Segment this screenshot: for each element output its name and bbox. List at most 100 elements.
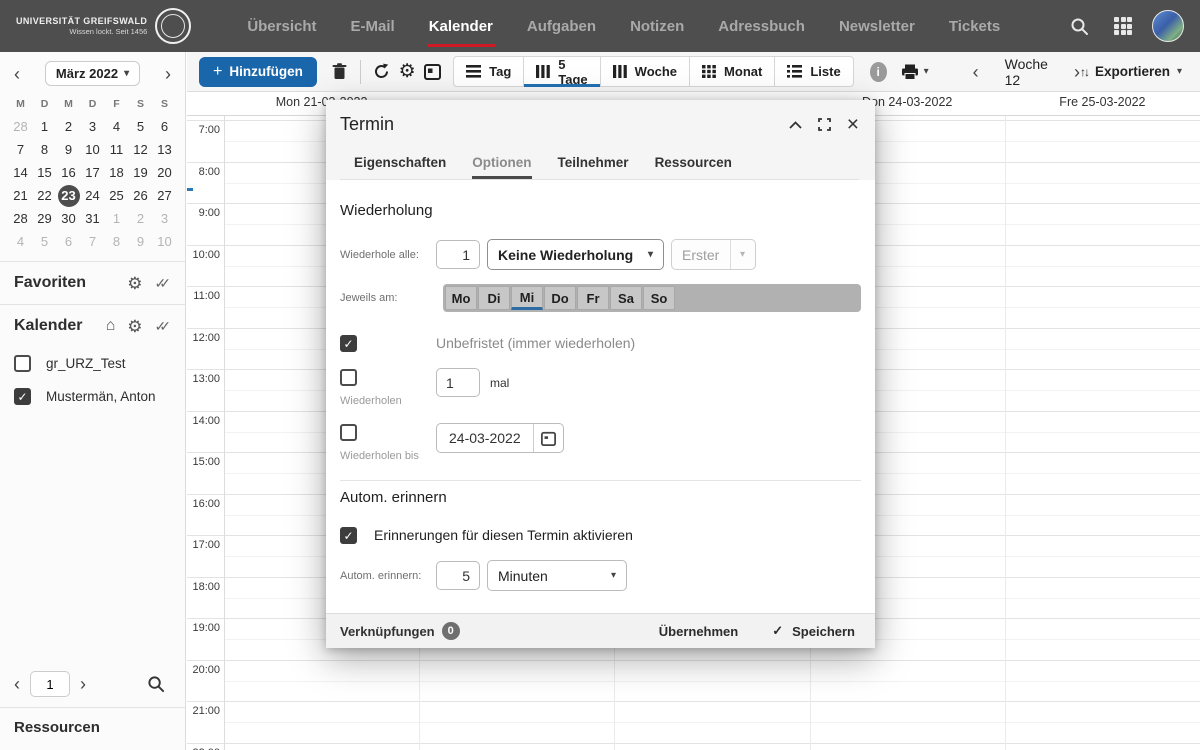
minical-day[interactable]: 8 (34, 139, 56, 161)
print-button[interactable]: ▾ (901, 64, 929, 80)
apply-button[interactable]: Übernehmen (659, 624, 738, 639)
add-appointment-button[interactable]: + Hinzufügen (199, 57, 317, 87)
day-header[interactable]: Fre 25-03-2022 (1059, 95, 1145, 109)
minical-prev-button[interactable]: ‹ (14, 65, 20, 83)
minical-day[interactable]: 29 (34, 208, 56, 230)
dialog-tab-optionen[interactable]: Optionen (472, 155, 531, 179)
view-button-liste[interactable]: Liste (774, 56, 853, 87)
unlimited-checkbox[interactable]: ✓ (340, 335, 357, 352)
favorites-settings-icon[interactable]: ⚙ (127, 275, 142, 292)
minical-day[interactable]: 26 (130, 185, 152, 207)
minical-day[interactable]: 17 (82, 162, 104, 184)
minical-day[interactable]: 21 (10, 185, 32, 207)
info-icon[interactable]: i (870, 62, 887, 82)
home-icon[interactable]: ⌂ (106, 318, 116, 334)
minical-day[interactable]: 1 (106, 208, 128, 230)
view-button-5-tage[interactable]: 5 Tage (523, 56, 600, 87)
reminder-unit-select[interactable]: Minuten ▾ (487, 560, 627, 591)
calendar-list-item[interactable]: gr_URZ_Test (0, 347, 185, 380)
nav-tab-bersicht[interactable]: Übersicht (247, 0, 316, 52)
pager-prev-button[interactable]: ‹ (14, 675, 20, 693)
calendar-checkbox[interactable]: ✓ (14, 388, 31, 405)
view-button-woche[interactable]: Woche (600, 56, 690, 87)
refresh-icon[interactable] (369, 57, 394, 87)
minical-day[interactable]: 6 (58, 231, 80, 253)
minical-day[interactable]: 5 (34, 231, 56, 253)
nav-tab-kalender[interactable]: Kalender (429, 0, 493, 52)
close-icon[interactable]: × (847, 114, 859, 135)
app-launcher-icon[interactable] (1114, 17, 1132, 35)
sidebar-search-icon[interactable] (141, 669, 171, 699)
ordinal-select[interactable]: Erster ▾ (671, 239, 756, 270)
weekday-button-mo[interactable]: Mo (445, 286, 477, 310)
minical-day[interactable]: 10 (82, 139, 104, 161)
until-date-value[interactable]: 24-03-2022 (437, 424, 533, 452)
calendars-select-all-icon[interactable]: ✓✓ (155, 318, 171, 335)
goto-today-icon[interactable] (420, 57, 445, 87)
maximize-icon[interactable] (818, 118, 831, 131)
minical-day[interactable]: 16 (58, 162, 80, 184)
minical-day[interactable]: 22 (34, 185, 56, 207)
view-button-tag[interactable]: Tag (453, 56, 524, 87)
weekday-button-sa[interactable]: Sa (610, 286, 642, 310)
minical-day[interactable]: 10 (154, 231, 176, 253)
minical-day[interactable]: 20 (154, 162, 176, 184)
minical-day[interactable]: 31 (82, 208, 104, 230)
minical-day[interactable]: 4 (106, 116, 128, 138)
minical-day[interactable]: 7 (82, 231, 104, 253)
dialog-tab-ressourcen[interactable]: Ressourcen (655, 155, 732, 179)
settings-gear-icon[interactable]: ⚙ (394, 57, 419, 87)
page-number-input[interactable] (30, 671, 70, 697)
previous-week-button[interactable]: ‹ (973, 63, 979, 81)
reminder-enable-checkbox[interactable]: ✓ (340, 527, 357, 544)
save-button[interactable]: ✓ Speichern (772, 623, 855, 639)
minical-day[interactable]: 23 (58, 185, 80, 207)
minical-day[interactable]: 24 (82, 185, 104, 207)
calendars-settings-icon[interactable]: ⚙ (127, 318, 142, 335)
nav-tab-aufgaben[interactable]: Aufgaben (527, 0, 596, 52)
dialog-tab-eigenschaften[interactable]: Eigenschaften (354, 155, 446, 179)
day-header[interactable]: Don 24-03-2022 (862, 95, 952, 109)
minical-day[interactable]: 9 (58, 139, 80, 161)
favorites-select-all-icon[interactable]: ✓✓ (155, 275, 171, 292)
delete-icon[interactable] (327, 57, 352, 87)
minical-day[interactable]: 8 (106, 231, 128, 253)
minical-day[interactable]: 13 (154, 139, 176, 161)
search-icon[interactable] (1064, 11, 1094, 41)
calendar-checkbox[interactable] (14, 355, 31, 372)
links-button[interactable]: Verknüpfungen 0 (340, 622, 460, 640)
minical-month-button[interactable]: März 2022 ▾ (45, 61, 140, 86)
weekday-button-do[interactable]: Do (544, 286, 576, 310)
minical-day[interactable]: 2 (130, 208, 152, 230)
minical-day[interactable]: 7 (10, 139, 32, 161)
minical-day[interactable]: 19 (130, 162, 152, 184)
minical-day[interactable]: 3 (154, 208, 176, 230)
weekday-button-so[interactable]: So (643, 286, 675, 310)
minical-day[interactable]: 14 (10, 162, 32, 184)
repeat-count-checkbox[interactable] (340, 369, 357, 386)
repeat-count-input[interactable] (436, 368, 480, 397)
weekday-button-fr[interactable]: Fr (577, 286, 609, 310)
nav-tab-notizen[interactable]: Notizen (630, 0, 684, 52)
minical-day[interactable]: 28 (10, 208, 32, 230)
minical-day[interactable]: 15 (34, 162, 56, 184)
minical-day[interactable]: 9 (130, 231, 152, 253)
minical-day[interactable]: 30 (58, 208, 80, 230)
pager-next-button[interactable]: › (80, 675, 86, 693)
view-button-monat[interactable]: Monat (689, 56, 775, 87)
minical-day[interactable]: 6 (154, 116, 176, 138)
calendar-list-item[interactable]: ✓Mustermän, Anton (0, 380, 185, 413)
minical-day[interactable]: 11 (106, 139, 128, 161)
collapse-icon[interactable] (789, 121, 802, 129)
minical-day[interactable]: 28 (10, 116, 32, 138)
nav-tab-tickets[interactable]: Tickets (949, 0, 1000, 52)
repeat-until-checkbox[interactable] (340, 424, 357, 441)
repeat-interval-input[interactable] (436, 240, 480, 269)
weekday-button-mi[interactable]: Mi (511, 286, 543, 310)
nav-tab-newsletter[interactable]: Newsletter (839, 0, 915, 52)
minical-day[interactable]: 18 (106, 162, 128, 184)
nav-tab-adressbuch[interactable]: Adressbuch (718, 0, 805, 52)
minical-day[interactable]: 4 (10, 231, 32, 253)
minical-day[interactable]: 2 (58, 116, 80, 138)
export-button[interactable]: ↑↓ Exportieren ▾ (1080, 64, 1182, 79)
